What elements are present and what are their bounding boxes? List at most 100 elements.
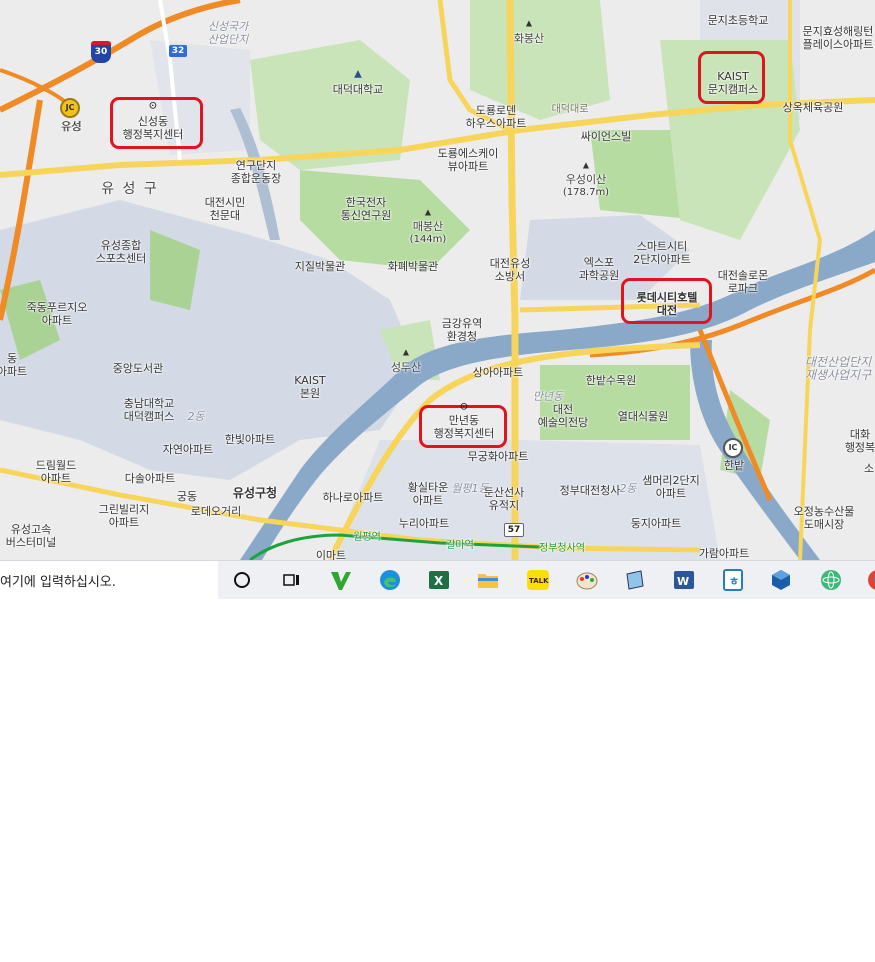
place-label[interactable]: 오정농수산물 도매시장 [794, 505, 855, 531]
place-label[interactable]: 대화 행정복 [845, 428, 875, 454]
place-label[interactable]: 한밭 [724, 459, 744, 472]
edge-browser-icon[interactable] [376, 566, 404, 594]
place-label[interactable]: 대전솔로몬 로파크 [718, 269, 769, 295]
place-label[interactable]: 대전시민 천문대 [205, 196, 245, 222]
place-label[interactable]: 누리아파트 [399, 517, 450, 530]
mountain-icon: ▲ [582, 160, 590, 170]
place-label[interactable]: 유성종합 스포츠센터 [96, 239, 147, 265]
route-shield: 32 [169, 45, 187, 57]
place-label[interactable]: 문지초등학교 [708, 14, 769, 27]
route-shield: 57 [504, 523, 524, 537]
junction-icon: JC [60, 98, 80, 118]
word-icon[interactable]: W [670, 566, 698, 594]
place-label[interactable]: 정부대전청사 [560, 484, 621, 497]
place-label[interactable]: KAIST 본원 [294, 374, 326, 400]
place-label[interactable]: 궁동 [177, 490, 197, 503]
mountain-label[interactable]: 매봉산 [413, 220, 443, 233]
mountain-height: (144m) [409, 234, 447, 245]
excel-icon[interactable]: X [425, 566, 453, 594]
place-label[interactable]: 무궁화아파트 [468, 450, 529, 463]
place-label[interactable]: 한밭수목원 [586, 374, 637, 387]
place-label[interactable]: 금강유역 환경청 [442, 317, 482, 343]
place-label[interactable]: 그린빌리지 아파트 [99, 503, 150, 529]
place-label[interactable]: 로데오거리 [191, 505, 242, 518]
expressway-shield: 30 [91, 41, 111, 63]
place-label[interactable]: 싸이언스빌 [581, 130, 632, 143]
search-placeholder: 여기에 입력하십시오. [0, 575, 116, 590]
windows-taskbar: 여기에 입력하십시오. X TALK W ㅎ [0, 560, 875, 599]
virtualbox-icon[interactable] [767, 566, 795, 594]
interchange-icon: IC [723, 438, 743, 458]
taskbar-search-box[interactable]: 여기에 입력하십시오. [0, 561, 218, 599]
place-label[interactable]: 화폐박물관 [388, 260, 439, 273]
vim-icon[interactable] [327, 566, 355, 594]
place-label[interactable]: 열대식물원 [618, 410, 669, 423]
place-label[interactable]: 대전 예술의전당 [538, 403, 589, 429]
place-label[interactable]: 연구단지 종합운동장 [231, 159, 282, 185]
place-label[interactable]: 충남대학교 대덕캠퍼스 [124, 397, 175, 423]
place-label[interactable]: 자연아파트 [163, 443, 214, 456]
place-label[interactable]: 도룡로덴 하우스아파트 [466, 104, 527, 130]
place-label[interactable]: 한국전자 통신연구원 [341, 196, 392, 222]
place-label[interactable]: 스마트시티 2단지아파트 [633, 240, 691, 266]
notepad-icon[interactable] [621, 566, 649, 594]
station-label[interactable]: 월평역 [353, 531, 381, 544]
place-label[interactable]: 대전유성 소방서 [490, 257, 530, 283]
place-label[interactable]: 도룡에스케이 뷰아파트 [438, 147, 499, 173]
sinseong-center-label[interactable]: 신성동 행정복지센터 [123, 115, 184, 141]
place-label[interactable]: 상옥체육공원 [783, 101, 844, 114]
svg-text:ㅎ: ㅎ [729, 575, 739, 588]
map-view[interactable]: 유 성 구 신성국가 산업단지 대전산업단지 재생사업지구 2동 만년동 월평1… [0, 0, 875, 560]
lotte-hotel-label[interactable]: 롯데시티호텔 대전 [637, 291, 698, 317]
place-label[interactable]: 문지효성해링턴 플레이스아파트 [803, 25, 874, 51]
place-label[interactable]: 유성구청 [233, 487, 277, 500]
place-label: 소 [863, 462, 875, 475]
mountain-label[interactable]: 우성이산 [566, 173, 606, 186]
task-view-icon[interactable] [277, 566, 305, 594]
place-label[interactable]: 상아아파트 [473, 366, 524, 379]
area-label: 신성국가 산업단지 [207, 20, 249, 46]
station-label[interactable]: 정부청사역 [539, 542, 585, 555]
mannyeon-center-label[interactable]: 만년동 행정복지센터 [434, 414, 495, 440]
cortana-circle-icon[interactable] [228, 566, 256, 594]
place-label: 유성 [60, 120, 82, 133]
station-label[interactable]: 갈마역 [446, 539, 474, 552]
place-label[interactable]: 유성고속 버스터미널 [6, 523, 57, 549]
place-label[interactable]: 드림월드 아파트 [36, 459, 76, 485]
mountain-icon: ▲ [402, 347, 410, 357]
mountain-icon: ▲ [525, 18, 533, 28]
place-label[interactable]: 둔산선사 유적지 [484, 486, 524, 512]
mountain-label[interactable]: 화봉산 [514, 32, 544, 45]
place-label[interactable]: 동 아파트 [0, 352, 27, 378]
place-label[interactable]: 죽동푸르지오 아파트 [27, 301, 88, 327]
place-label[interactable]: 중앙도서관 [113, 362, 164, 375]
place-label[interactable]: 샘머리2단지 아파트 [642, 474, 700, 500]
kaist-munji-label[interactable]: KAIST 문지캠퍼스 [708, 70, 759, 96]
place-label[interactable]: 다솔아파트 [125, 472, 176, 485]
svg-text:W: W [677, 575, 689, 588]
area-label: 만년동 [532, 390, 564, 403]
area-label: 2동 [187, 410, 205, 423]
place-label[interactable]: 엑스포 과학공원 [579, 256, 619, 282]
place-label[interactable]: 지질박물관 [295, 260, 346, 273]
hanword-icon[interactable]: ㅎ [719, 566, 747, 594]
place-label[interactable]: 대덕대학교 [333, 83, 384, 96]
mountain-label[interactable]: 성두산 [391, 361, 421, 374]
svg-text:X: X [434, 574, 444, 588]
place-label[interactable]: 가람아파트 [699, 547, 750, 560]
place-label[interactable]: 둥지아파트 [631, 517, 682, 530]
admin-office-icon: ⊙ [148, 100, 158, 112]
place-label[interactable]: 한빛아파트 [225, 433, 276, 446]
file-explorer-icon[interactable] [474, 566, 502, 594]
admin-office-icon: ⊙ [459, 401, 469, 413]
place-label[interactable]: 하나로아파트 [323, 491, 384, 504]
district-label: 유 성 구 [101, 181, 159, 197]
chrome-icon[interactable] [858, 566, 875, 594]
area-label: 대전산업단지 재생사업지구 [804, 355, 872, 382]
paint-icon[interactable] [573, 566, 601, 594]
kakaotalk-icon[interactable]: TALK [524, 566, 552, 594]
place-label[interactable]: 이마트 [316, 549, 346, 560]
atom-icon[interactable] [817, 566, 845, 594]
mountain-icon: ▲ [424, 207, 432, 217]
place-label[interactable]: 황실타운 아파트 [408, 481, 448, 507]
